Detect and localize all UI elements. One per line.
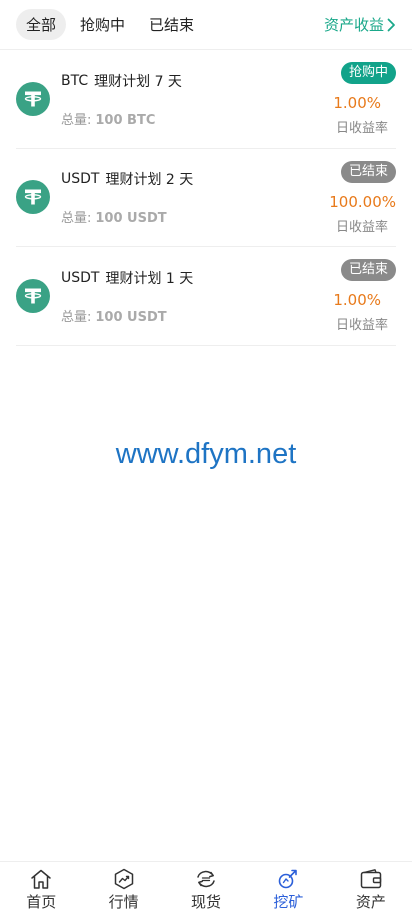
watermark-text: www.dfym.net	[115, 438, 297, 470]
plan-total-label: 总量:	[61, 112, 92, 128]
plan-name: 理财计划 7 天	[94, 73, 182, 90]
plan-list: BTC 理财计划 7 天 总量: 100 BTC 抢购中 1.00% 日收益率 U…	[0, 50, 412, 346]
tab-all[interactable]: 全部	[16, 9, 67, 40]
plan-right: 已结束 100.00% 日收益率	[329, 160, 396, 235]
status-badge: 已结束	[340, 259, 396, 281]
tether-logo-icon	[16, 180, 50, 215]
daily-rate: 100.00%	[329, 192, 396, 211]
plan-name: 理财计划 2 天	[105, 172, 194, 189]
nav-label: 首页	[26, 893, 57, 911]
status-badge: 抢购中	[340, 62, 396, 84]
top-bar: 全部 抢购中 已结束 资产收益	[0, 0, 412, 50]
market-icon	[114, 868, 133, 890]
tether-logo-icon	[16, 81, 50, 116]
home-icon	[31, 869, 51, 889]
nav-item-home[interactable]: 首页	[0, 862, 82, 915]
status-badge: 已结束	[340, 160, 396, 183]
nav-item-assets[interactable]: 资产	[330, 862, 412, 915]
nav-label: 资产	[355, 893, 386, 911]
plan-total-label: 总量:	[61, 309, 92, 325]
plan-coin: USDT	[61, 171, 100, 188]
plan-total-amount: 100 BTC	[95, 112, 156, 128]
nav-item-market[interactable]: 行情	[82, 862, 164, 915]
plan-total-amount: 100 USDT	[95, 211, 167, 227]
nav-label: 挖矿	[273, 893, 304, 911]
tab-in-progress[interactable]: 抢购中	[70, 9, 135, 40]
plan-item[interactable]: USDT 理财计划 2 天 总量: 100 USDT 已结束 100.00% 日收…	[16, 149, 396, 247]
nav-label: 行情	[108, 893, 139, 911]
plan-right: 已结束 1.00% 日收益率	[333, 259, 396, 333]
tab-ended[interactable]: 已结束	[139, 9, 204, 40]
daily-rate-label: 日收益率	[335, 219, 388, 235]
plan-total-label: 总量:	[61, 211, 92, 227]
daily-rate-label: 日收益率	[335, 318, 388, 333]
plan-item[interactable]: USDT 理财计划 1 天 总量: 100 USDT 已结束 1.00% 日收益率	[16, 247, 396, 346]
plan-name: 理财计划 1 天	[105, 270, 194, 287]
tether-logo-icon	[16, 278, 50, 313]
plan-right: 抢购中 1.00% 日收益率	[333, 62, 396, 136]
chevron-right-icon	[387, 18, 395, 31]
plan-item[interactable]: BTC 理财计划 7 天 总量: 100 BTC 抢购中 1.00% 日收益率	[16, 50, 396, 149]
plan-coin: BTC	[61, 72, 89, 89]
mining-icon	[279, 869, 298, 889]
daily-rate: 1.00%	[333, 94, 381, 112]
exchange-icon	[197, 870, 215, 888]
filter-tabs: 全部 抢购中 已结束	[16, 9, 208, 40]
nav-label: 现货	[191, 893, 222, 911]
nav-item-spot[interactable]: 现货	[165, 862, 247, 915]
plan-total-amount: 100 USDT	[95, 309, 167, 325]
wallet-icon	[360, 869, 382, 889]
bottom-nav: 首页 行情 现货 挖矿 资产	[0, 861, 412, 915]
daily-rate: 1.00%	[333, 291, 381, 309]
plan-coin: USDT	[61, 269, 100, 286]
assets-earnings-label: 资产收益	[323, 16, 384, 34]
daily-rate-label: 日收益率	[335, 121, 388, 136]
nav-item-mining[interactable]: 挖矿	[247, 862, 329, 915]
assets-earnings-link[interactable]: 资产收益	[324, 14, 396, 35]
